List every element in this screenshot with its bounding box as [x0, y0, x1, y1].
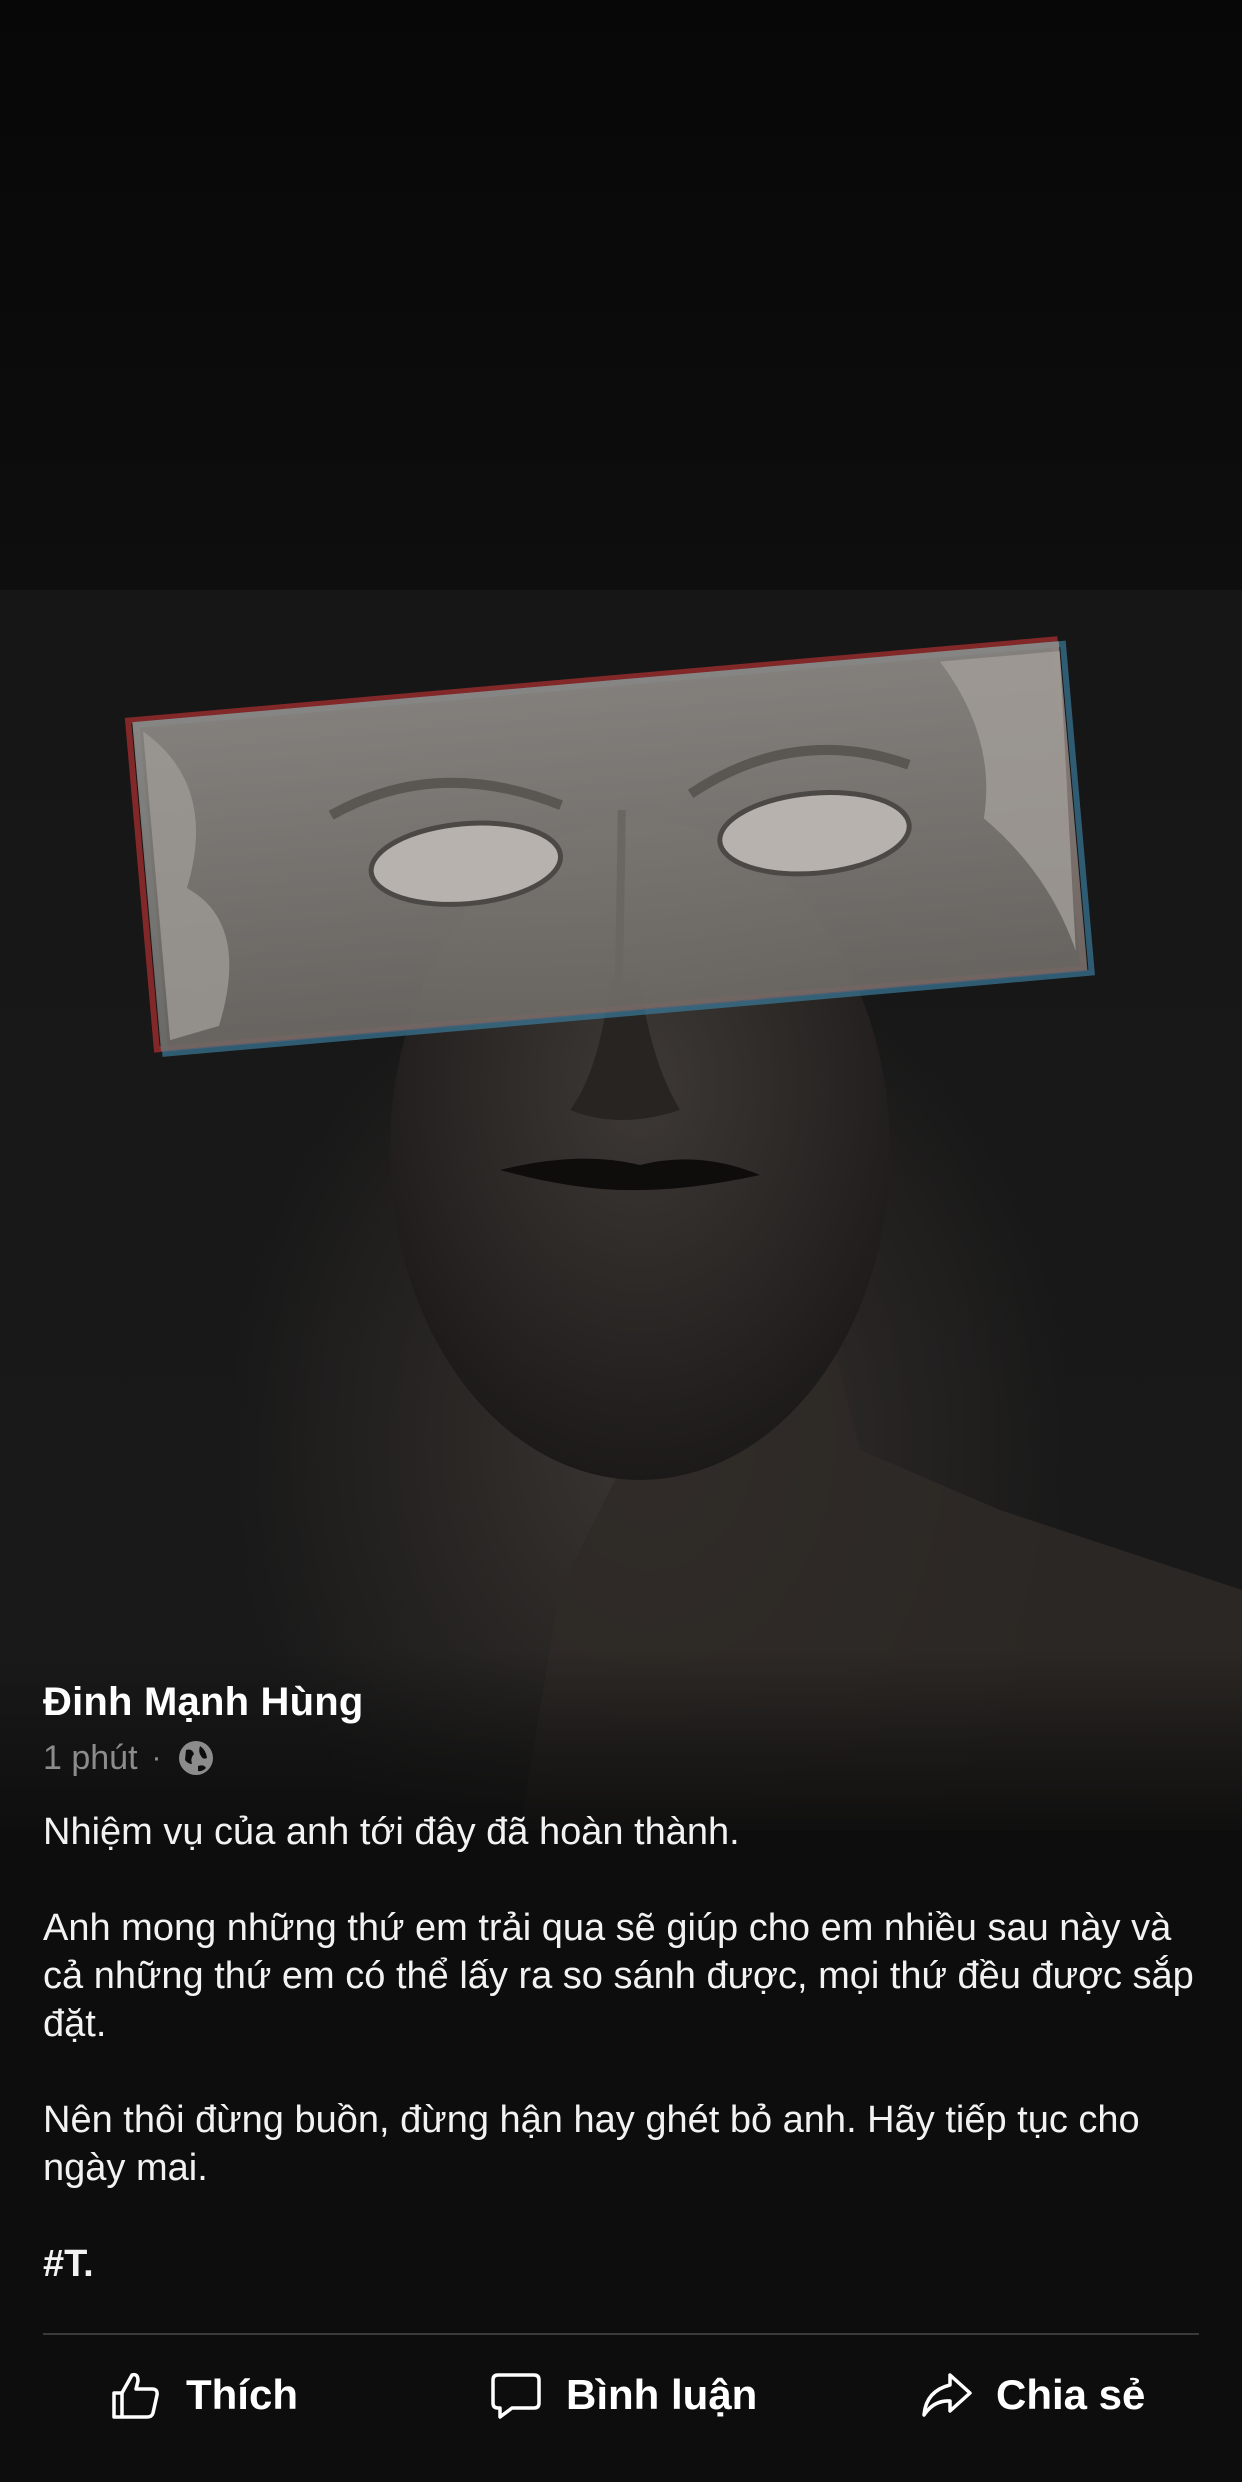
post-body: Nhiệm vụ của anh tới đây đã hoàn thành. … [43, 1808, 1203, 2288]
like-button[interactable]: Thích [108, 2345, 298, 2445]
thumbs-up-icon [112, 2372, 159, 2419]
comment-label: Bình luận [566, 2371, 758, 2418]
photo-viewer: Đinh Mạnh Hùng 1 phút · Nhiệm vụ của anh… [0, 0, 1242, 2482]
share-icon [922, 2373, 972, 2417]
share-label: Chia sẻ [996, 2371, 1146, 2418]
comment-icon [491, 2373, 541, 2419]
meta-separator: · [151, 1741, 162, 1774]
like-label: Thích [186, 2371, 298, 2418]
globe-icon [178, 1741, 213, 1775]
comment-button[interactable]: Bình luận [488, 2345, 757, 2445]
hashtag-link[interactable]: #T. [43, 2240, 1203, 2288]
post-time[interactable]: 1 phút [43, 1739, 138, 1778]
action-bar: Thích Bình luận Chia sẻ [0, 2345, 1242, 2445]
divider [43, 2333, 1199, 2335]
post-photo[interactable] [0, 590, 1242, 1830]
share-button[interactable]: Chia sẻ [918, 2345, 1145, 2445]
post-meta: 1 phút · [43, 1733, 216, 1783]
post-paragraph: Nên thôi đừng buồn, đừng hận hay ghét bỏ… [43, 2099, 1140, 2189]
author-name[interactable]: Đinh Mạnh Hùng [43, 1680, 364, 1725]
top-dark-area [0, 0, 1242, 590]
post-paragraph: Anh mong những thứ em trải qua sẽ giúp c… [43, 1907, 1194, 2045]
post-paragraph: Nhiệm vụ của anh tới đây đã hoàn thành. [43, 1811, 740, 1853]
statue-illustration [124, 636, 1242, 1830]
